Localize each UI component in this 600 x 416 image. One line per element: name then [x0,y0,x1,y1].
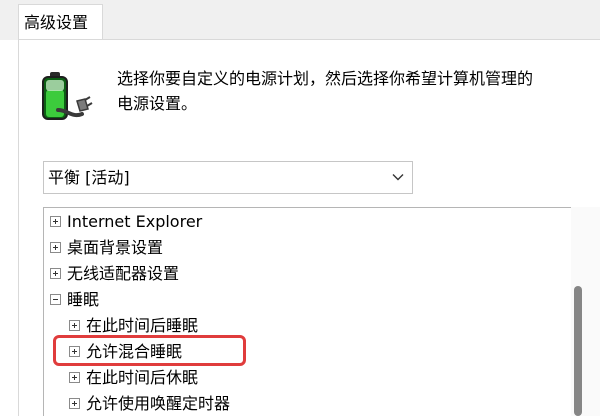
expand-plus-icon[interactable] [50,242,61,253]
scrollbar-thumb[interactable] [574,286,582,416]
tree-item-label: 在此时间后睡眠 [86,316,199,335]
tree-item-label: 在此时间后休眠 [86,368,199,387]
collapse-minus-icon[interactable] [50,294,61,305]
expand-plus-icon[interactable] [69,320,80,331]
power-settings-tree[interactable]: Internet Explorer 桌面背景设置 无线适配器设置 睡眠 在此时间… [43,207,600,416]
power-plan-selected: 平衡 [活动] [48,168,130,187]
chevron-down-icon [392,174,404,181]
tree-item-label: 允许使用唤醒定时器 [86,394,231,413]
description-line-1: 选择你要自定义的电源计划，然后选择你希望计算机管理的 [117,69,534,88]
expand-plus-icon[interactable] [69,372,80,383]
tree-item-label: 桌面背景设置 [67,238,164,257]
description-line-2: 电源设置。 [117,94,198,113]
expand-plus-icon[interactable] [69,398,80,409]
tree-item-label: 允许混合睡眠 [86,342,183,361]
power-plan-dropdown[interactable]: 平衡 [活动] [43,161,413,194]
tree-item-label: 无线适配器设置 [67,264,180,283]
tree-item-label: 睡眠 [67,290,100,309]
tree-item-label: Internet Explorer [67,212,203,231]
expand-plus-icon[interactable] [69,346,80,357]
tab-advanced-settings[interactable]: 高级设置 [18,4,103,40]
description-text: 选择你要自定义的电源计划，然后选择你希望计算机管理的 电源设置。 [117,66,597,116]
battery-plug-icon [42,72,93,120]
expand-plus-icon[interactable] [50,216,61,227]
expand-plus-icon[interactable] [50,268,61,279]
